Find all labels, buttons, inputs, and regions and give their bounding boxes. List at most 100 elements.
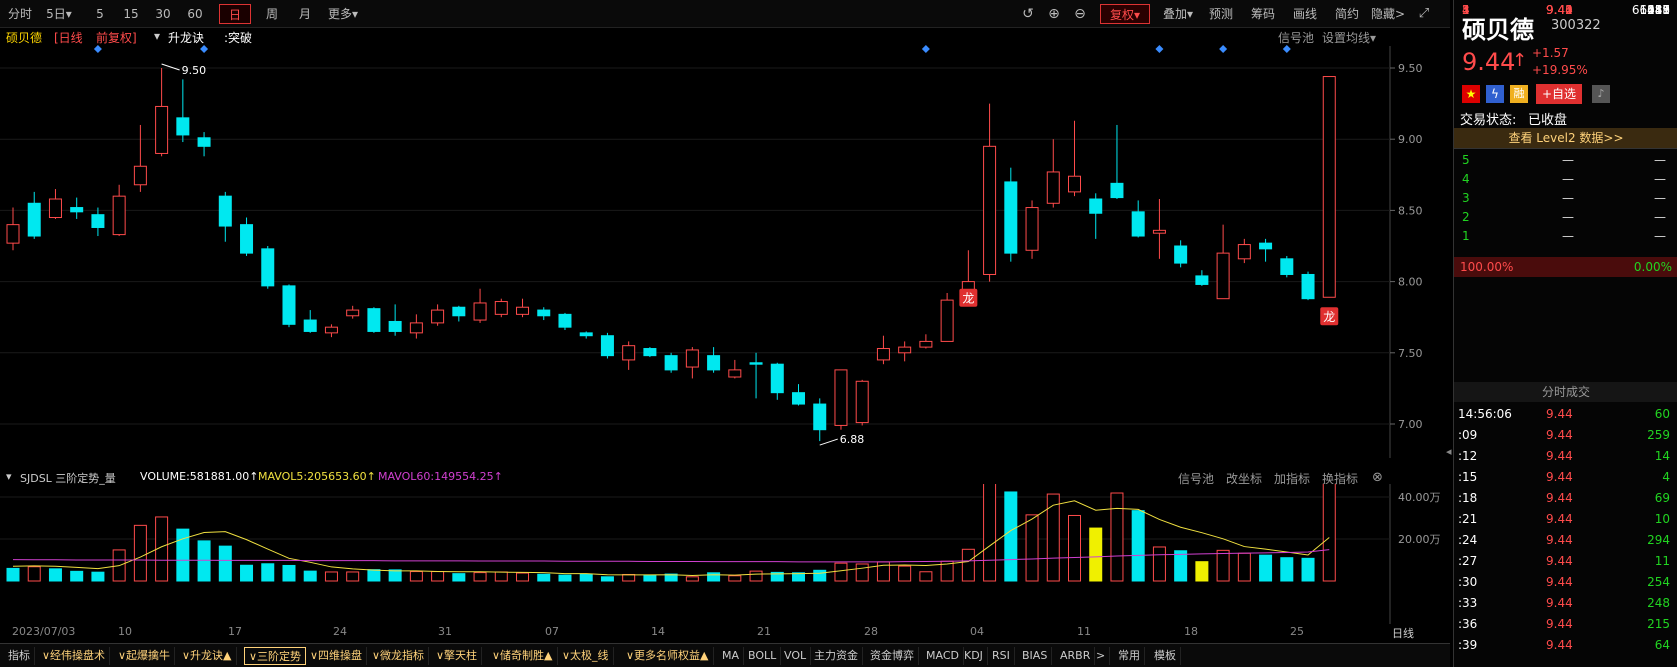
- tab-daily[interactable]: 日: [219, 4, 251, 24]
- bottom-tab[interactable]: BOLL: [744, 647, 782, 665]
- bottom-tab[interactable]: ∨微龙指标: [368, 647, 430, 665]
- candle-body: [1322, 76, 1336, 298]
- price-chart[interactable]: 9.509.008.508.007.507.00 9.506.88龙龙: [0, 28, 1450, 458]
- bottom-tab[interactable]: RSI: [988, 647, 1015, 665]
- bottom-tab[interactable]: ∨储奇制胜▲: [488, 647, 558, 665]
- bid-volume: 447: [1647, 3, 1670, 17]
- volume-bar: [388, 569, 402, 582]
- bottom-tab[interactable]: 模板: [1150, 647, 1181, 665]
- candle-body: [1110, 182, 1124, 199]
- volume-value: VOLUME:581881.00↑: [140, 470, 259, 483]
- drawline-button[interactable]: 画线: [1288, 4, 1322, 24]
- adjust-dropdown[interactable]: 复权▾: [1100, 4, 1150, 24]
- collapse-panel-handle[interactable]: ◂: [1446, 445, 1454, 475]
- bottom-tab[interactable]: ∨四维操盘: [306, 647, 368, 665]
- bottom-tab[interactable]: BIAS: [1018, 647, 1053, 665]
- add-favorite-button[interactable]: +自选: [1536, 84, 1582, 104]
- bottom-tab[interactable]: >: [1092, 647, 1111, 665]
- volume-bar: [346, 571, 360, 582]
- bottom-tab[interactable]: 资金博弈: [866, 647, 919, 665]
- bottom-tab[interactable]: ∨经伟操盘术: [38, 647, 111, 665]
- overlay-dropdown[interactable]: 叠加▾: [1156, 4, 1200, 24]
- collapse-icon[interactable]: ▾: [6, 470, 12, 483]
- volume-chart[interactable]: 40.00万 20.00万: [0, 484, 1450, 624]
- candle-body: [1131, 211, 1145, 237]
- bottom-tab[interactable]: 常用: [1114, 647, 1145, 665]
- bottom-tab[interactable]: ∨升龙诀▲: [178, 647, 237, 665]
- trade-status-value: 已收盘: [1528, 113, 1568, 128]
- bottom-tab[interactable]: VOL: [780, 647, 812, 665]
- zoom-out-icon[interactable]: ⊖: [1070, 4, 1090, 24]
- bottom-tab[interactable]: MA: [718, 647, 745, 665]
- bottom-tab[interactable]: 指标: [4, 647, 35, 665]
- bottom-tab[interactable]: 主力资金: [810, 647, 863, 665]
- ask-volume: —: [1654, 153, 1666, 167]
- tab-15min[interactable]: 15: [118, 4, 144, 24]
- volume-bar: [1174, 550, 1188, 582]
- candle-body: [579, 332, 593, 337]
- bottom-tab[interactable]: ∨三阶定势: [244, 647, 307, 665]
- tab-5day[interactable]: 5日▾: [40, 4, 78, 24]
- tick-time: :15: [1458, 470, 1478, 484]
- more-menu[interactable]: 更多▾: [322, 4, 364, 24]
- bottom-tab[interactable]: KDJ: [960, 647, 988, 665]
- bottom-tab[interactable]: MACD: [922, 647, 964, 665]
- tick-volume: 69: [1654, 491, 1670, 505]
- forecast-button[interactable]: 预测: [1204, 4, 1238, 24]
- bottom-indicator-bar: 指标 ∨经伟操盘术 ∨起爆擒牛 ∨升龙诀▲ ∨三阶定势 ∨四维操盘 ∨微龙指标 ∨擎天柱 ∨储奇…: [0, 643, 1450, 667]
- volume-bar: [919, 571, 933, 582]
- bottom-tab[interactable]: ∨太极_线: [558, 647, 614, 665]
- bottom-tab[interactable]: ARBR: [1056, 647, 1096, 665]
- tab-weekly[interactable]: 周: [258, 4, 286, 24]
- bottom-tab[interactable]: ∨擎天柱: [432, 647, 483, 665]
- ask-volume: —: [1654, 229, 1666, 243]
- undo-icon[interactable]: ↺: [1018, 4, 1038, 24]
- order-row: 5 — —: [1454, 150, 1677, 170]
- vol-axis-label: 20.00万: [1398, 533, 1441, 546]
- tab-30min[interactable]: 30: [150, 4, 176, 24]
- tick-time: :21: [1458, 512, 1478, 526]
- candle-body: [792, 392, 806, 405]
- bottom-tab[interactable]: ∨更多名师权益▲: [622, 647, 714, 665]
- candle-body: [1046, 171, 1060, 204]
- bell-icon[interactable]: ♪: [1592, 85, 1610, 103]
- fullscreen-icon[interactable]: ⤢: [1414, 4, 1434, 24]
- finance-icon[interactable]: 融: [1510, 85, 1528, 103]
- level2-link[interactable]: 查看 Level2 数据>>: [1454, 128, 1677, 148]
- tab-5min[interactable]: 5: [88, 4, 112, 24]
- bottom-tab[interactable]: ∨起爆擒牛: [114, 647, 176, 665]
- volume-bar: [176, 528, 190, 582]
- price-axis-label: 7.50: [1398, 347, 1423, 360]
- top-toolbar: 分时 5日▾ 5 15 30 60 日 周 月 更多▾ ↺ ⊕ ⊖ 复权▾ 叠加…: [0, 0, 1450, 28]
- hide-button[interactable]: 隐藏>: [1368, 4, 1408, 24]
- flag-icon[interactable]: ★: [1462, 85, 1480, 103]
- trade-status-label: 交易状态:: [1460, 113, 1517, 128]
- mavol60-value: MAVOL60:149554.25↑: [378, 470, 503, 483]
- high-price-label: 9.50: [182, 64, 207, 77]
- lightning-icon[interactable]: ϟ: [1486, 85, 1504, 103]
- date-label: 25: [1290, 625, 1304, 638]
- tab-60min[interactable]: 60: [182, 4, 208, 24]
- candle-body: [728, 369, 742, 378]
- date-label: 14: [651, 625, 665, 638]
- ask-level: 2: [1462, 210, 1470, 224]
- signal-diamond-icon: [1155, 45, 1164, 53]
- candle-body: [919, 340, 933, 348]
- tab-intraday[interactable]: 分时: [4, 4, 36, 24]
- close-icon[interactable]: ⊗: [1372, 470, 1383, 485]
- candle-body: [6, 224, 20, 244]
- candle-body: [409, 322, 423, 334]
- vol-axis-label: 40.00万: [1398, 491, 1441, 504]
- zoom-in-icon[interactable]: ⊕: [1044, 4, 1064, 24]
- tab-monthly[interactable]: 月: [291, 4, 319, 24]
- volume-bar: [1152, 546, 1166, 582]
- simple-button[interactable]: 简约: [1330, 4, 1364, 24]
- date-label: 18: [1184, 625, 1198, 638]
- candle-body: [452, 306, 466, 317]
- candle-body: [898, 346, 912, 354]
- volume-bar: [324, 571, 338, 582]
- volume-bar: [1259, 554, 1273, 582]
- tick-price: 9.44: [1546, 512, 1573, 526]
- bid-level: 5: [1462, 3, 1470, 17]
- chips-button[interactable]: 筹码: [1246, 4, 1280, 24]
